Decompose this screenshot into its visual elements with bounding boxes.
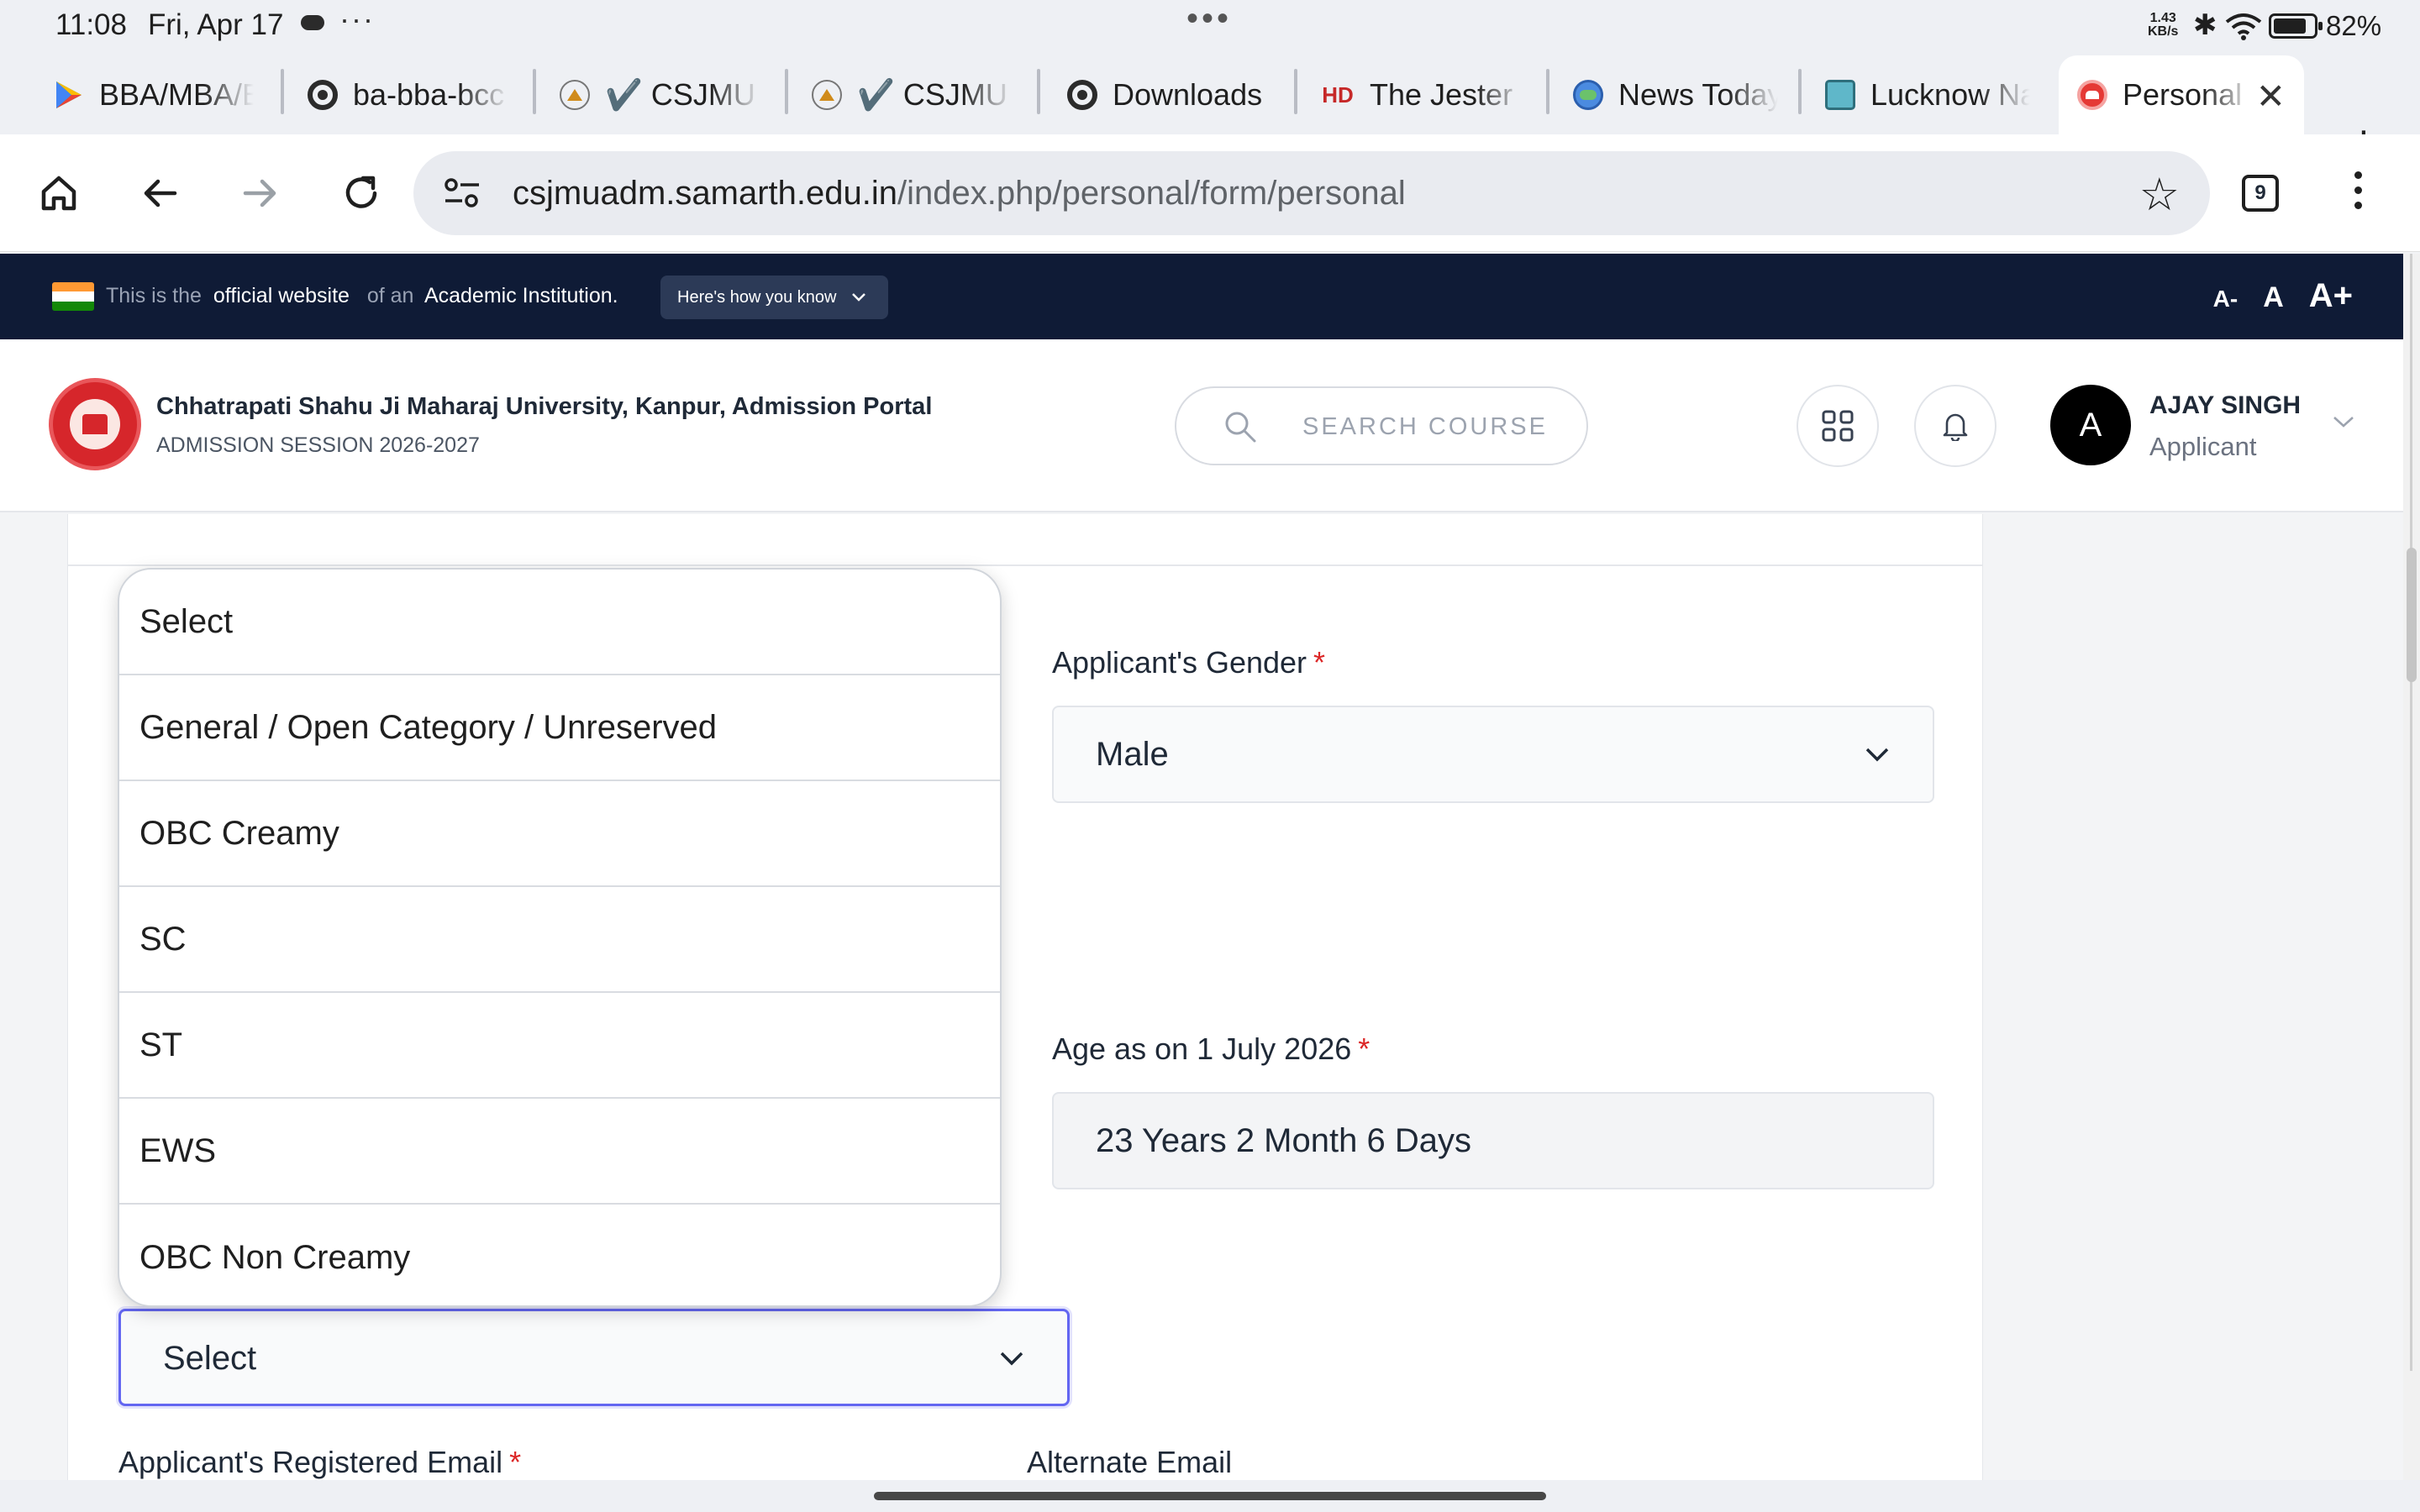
- bookmark-star-icon[interactable]: ☆: [2139, 168, 2180, 221]
- normal-font-button[interactable]: A: [2263, 281, 2284, 314]
- category-option[interactable]: EWS: [119, 1099, 1000, 1205]
- system-status-bar: 11:08 Fri, Apr 17 ··· ••• 1.43 KB/s ✱ 82%: [0, 0, 2420, 52]
- csjmu-icon: [560, 80, 590, 110]
- browser-tab-active[interactable]: Personal ✕: [2059, 55, 2304, 134]
- alternate-email-label: Alternate Email: [1027, 1445, 1233, 1479]
- avatar[interactable]: A: [2050, 385, 2131, 465]
- category-option[interactable]: ST: [119, 993, 1000, 1099]
- user-role: Applicant: [2149, 432, 2257, 461]
- grid-icon: [1822, 410, 1854, 442]
- multitask-handle-icon[interactable]: •••: [1186, 0, 1232, 38]
- gender-value: Male: [1096, 736, 1169, 773]
- scrollbar-thumb[interactable]: [2407, 548, 2417, 682]
- course-search-input[interactable]: [1302, 403, 1555, 450]
- chevron-down-icon: [852, 293, 866, 302]
- clock-date: Fri, Apr 17: [148, 8, 284, 41]
- font-size-controls: A- A A+: [2213, 277, 2353, 315]
- globe-icon: [1573, 80, 1603, 110]
- samarth-icon: [2077, 80, 2107, 110]
- browser-tab[interactable]: ba-bba-bcc: [308, 55, 509, 134]
- official-website-notice: This is the official website of an Acade…: [106, 284, 618, 307]
- category-option[interactable]: SC: [119, 887, 1000, 993]
- gender-label: Applicant's Gender *: [1052, 645, 1326, 680]
- image-icon: [1825, 80, 1855, 110]
- browser-tab[interactable]: Lucknow Na: [1825, 55, 2030, 134]
- category-value: Select: [163, 1340, 257, 1377]
- notifications-button[interactable]: [1914, 385, 1996, 467]
- gesture-navigation-bar: [0, 1480, 2420, 1512]
- back-arrow-icon[interactable]: [133, 166, 187, 220]
- chevron-down-icon[interactable]: [2333, 415, 2354, 428]
- user-name[interactable]: AJAY SINGH: [2149, 391, 2301, 420]
- home-icon[interactable]: [32, 166, 86, 220]
- university-logo[interactable]: [49, 378, 141, 470]
- wifi-icon: [2225, 13, 2262, 40]
- browser-tab[interactable]: ✔️ CSJMU: [560, 55, 761, 134]
- reload-icon[interactable]: [334, 166, 388, 220]
- category-option[interactable]: OBC Non Creamy: [119, 1205, 1000, 1305]
- page-scrollbar[interactable]: [2403, 254, 2420, 1480]
- bluetooth-icon: ✱: [2193, 9, 2217, 41]
- site-header: Chhatrapati Shahu Ji Maharaj University,…: [0, 339, 2403, 512]
- chrome-icon: [1067, 80, 1097, 110]
- site-settings-icon[interactable]: [444, 176, 481, 210]
- browser-toolbar: csjmuadm.samarth.edu.in/index.php/person…: [0, 134, 2420, 252]
- registered-email-label: Applicant's Registered Email *: [118, 1445, 522, 1479]
- chevron-down-icon: [1000, 1352, 1023, 1366]
- category-option[interactable]: General / Open Category / Unreserved: [119, 675, 1000, 781]
- admission-session: ADMISSION SESSION 2026-2027: [156, 433, 480, 457]
- more-notifications-icon: ···: [339, 2, 375, 36]
- age-label: Age as on 1 July 2026 *: [1052, 1032, 1370, 1066]
- battery-icon: [2269, 13, 2323, 39]
- category-option[interactable]: OBC Creamy: [119, 781, 1000, 887]
- browser-menu-icon[interactable]: [2351, 171, 2365, 218]
- increase-font-button[interactable]: A+: [2309, 277, 2353, 315]
- play-store-icon: [54, 80, 84, 110]
- csjmu-icon: [812, 80, 842, 110]
- gender-select[interactable]: Male: [1052, 706, 1934, 803]
- clock-time: 11:08: [55, 8, 127, 41]
- india-flag-icon: [52, 282, 94, 311]
- apps-grid-button[interactable]: [1797, 385, 1879, 467]
- how-you-know-button[interactable]: Here's how you know: [660, 276, 889, 319]
- browser-tab[interactable]: HD The Jester: [1321, 55, 1526, 134]
- course-search-box[interactable]: [1175, 386, 1588, 465]
- search-icon: [1225, 412, 1256, 443]
- chevron-down-icon: [1865, 748, 1889, 762]
- university-title: Chhatrapati Shahu Ji Maharaj University,…: [156, 393, 933, 420]
- forward-arrow-icon[interactable]: [234, 166, 287, 220]
- cloud-icon: [301, 15, 324, 30]
- category-option[interactable]: Select: [119, 570, 1000, 675]
- bell-icon: [1943, 413, 1968, 441]
- age-field: 23 Years 2 Month 6 Days: [1052, 1092, 1934, 1189]
- browser-tab-strip: BBA/MBA/B ba-bba-bcc ✔️ CSJMU ✔️ CSJMU D…: [0, 52, 2420, 170]
- category-select[interactable]: Select: [118, 1309, 1070, 1406]
- network-speed: 1.43 KB/s: [2148, 11, 2179, 39]
- address-bar[interactable]: csjmuadm.samarth.edu.in/index.php/person…: [413, 151, 2210, 235]
- category-dropdown-menu: Select General / Open Category / Unreser…: [118, 568, 1002, 1307]
- browser-tab[interactable]: BBA/MBA/B: [54, 55, 254, 134]
- age-value: 23 Years 2 Month 6 Days: [1096, 1122, 1471, 1159]
- close-tab-icon[interactable]: ✕: [2256, 76, 2286, 117]
- chrome-icon: [308, 80, 338, 110]
- browser-tab[interactable]: News Today: [1573, 55, 1778, 134]
- browser-tab[interactable]: ✔️ CSJMU: [812, 55, 1013, 134]
- battery-percent: 82%: [2326, 10, 2382, 41]
- tab-label: Downloads: [1113, 77, 1263, 112]
- tab-switcher-button[interactable]: 9: [2242, 175, 2279, 212]
- browser-tab[interactable]: Downloads: [1067, 55, 1277, 134]
- home-gesture-handle[interactable]: [874, 1492, 1546, 1500]
- url-text[interactable]: csjmuadm.samarth.edu.in/index.php/person…: [513, 175, 1406, 213]
- decrease-font-button[interactable]: A-: [2213, 286, 2238, 312]
- hd-icon: HD: [1322, 81, 1354, 108]
- official-website-banner: This is the official website of an Acade…: [0, 254, 2403, 339]
